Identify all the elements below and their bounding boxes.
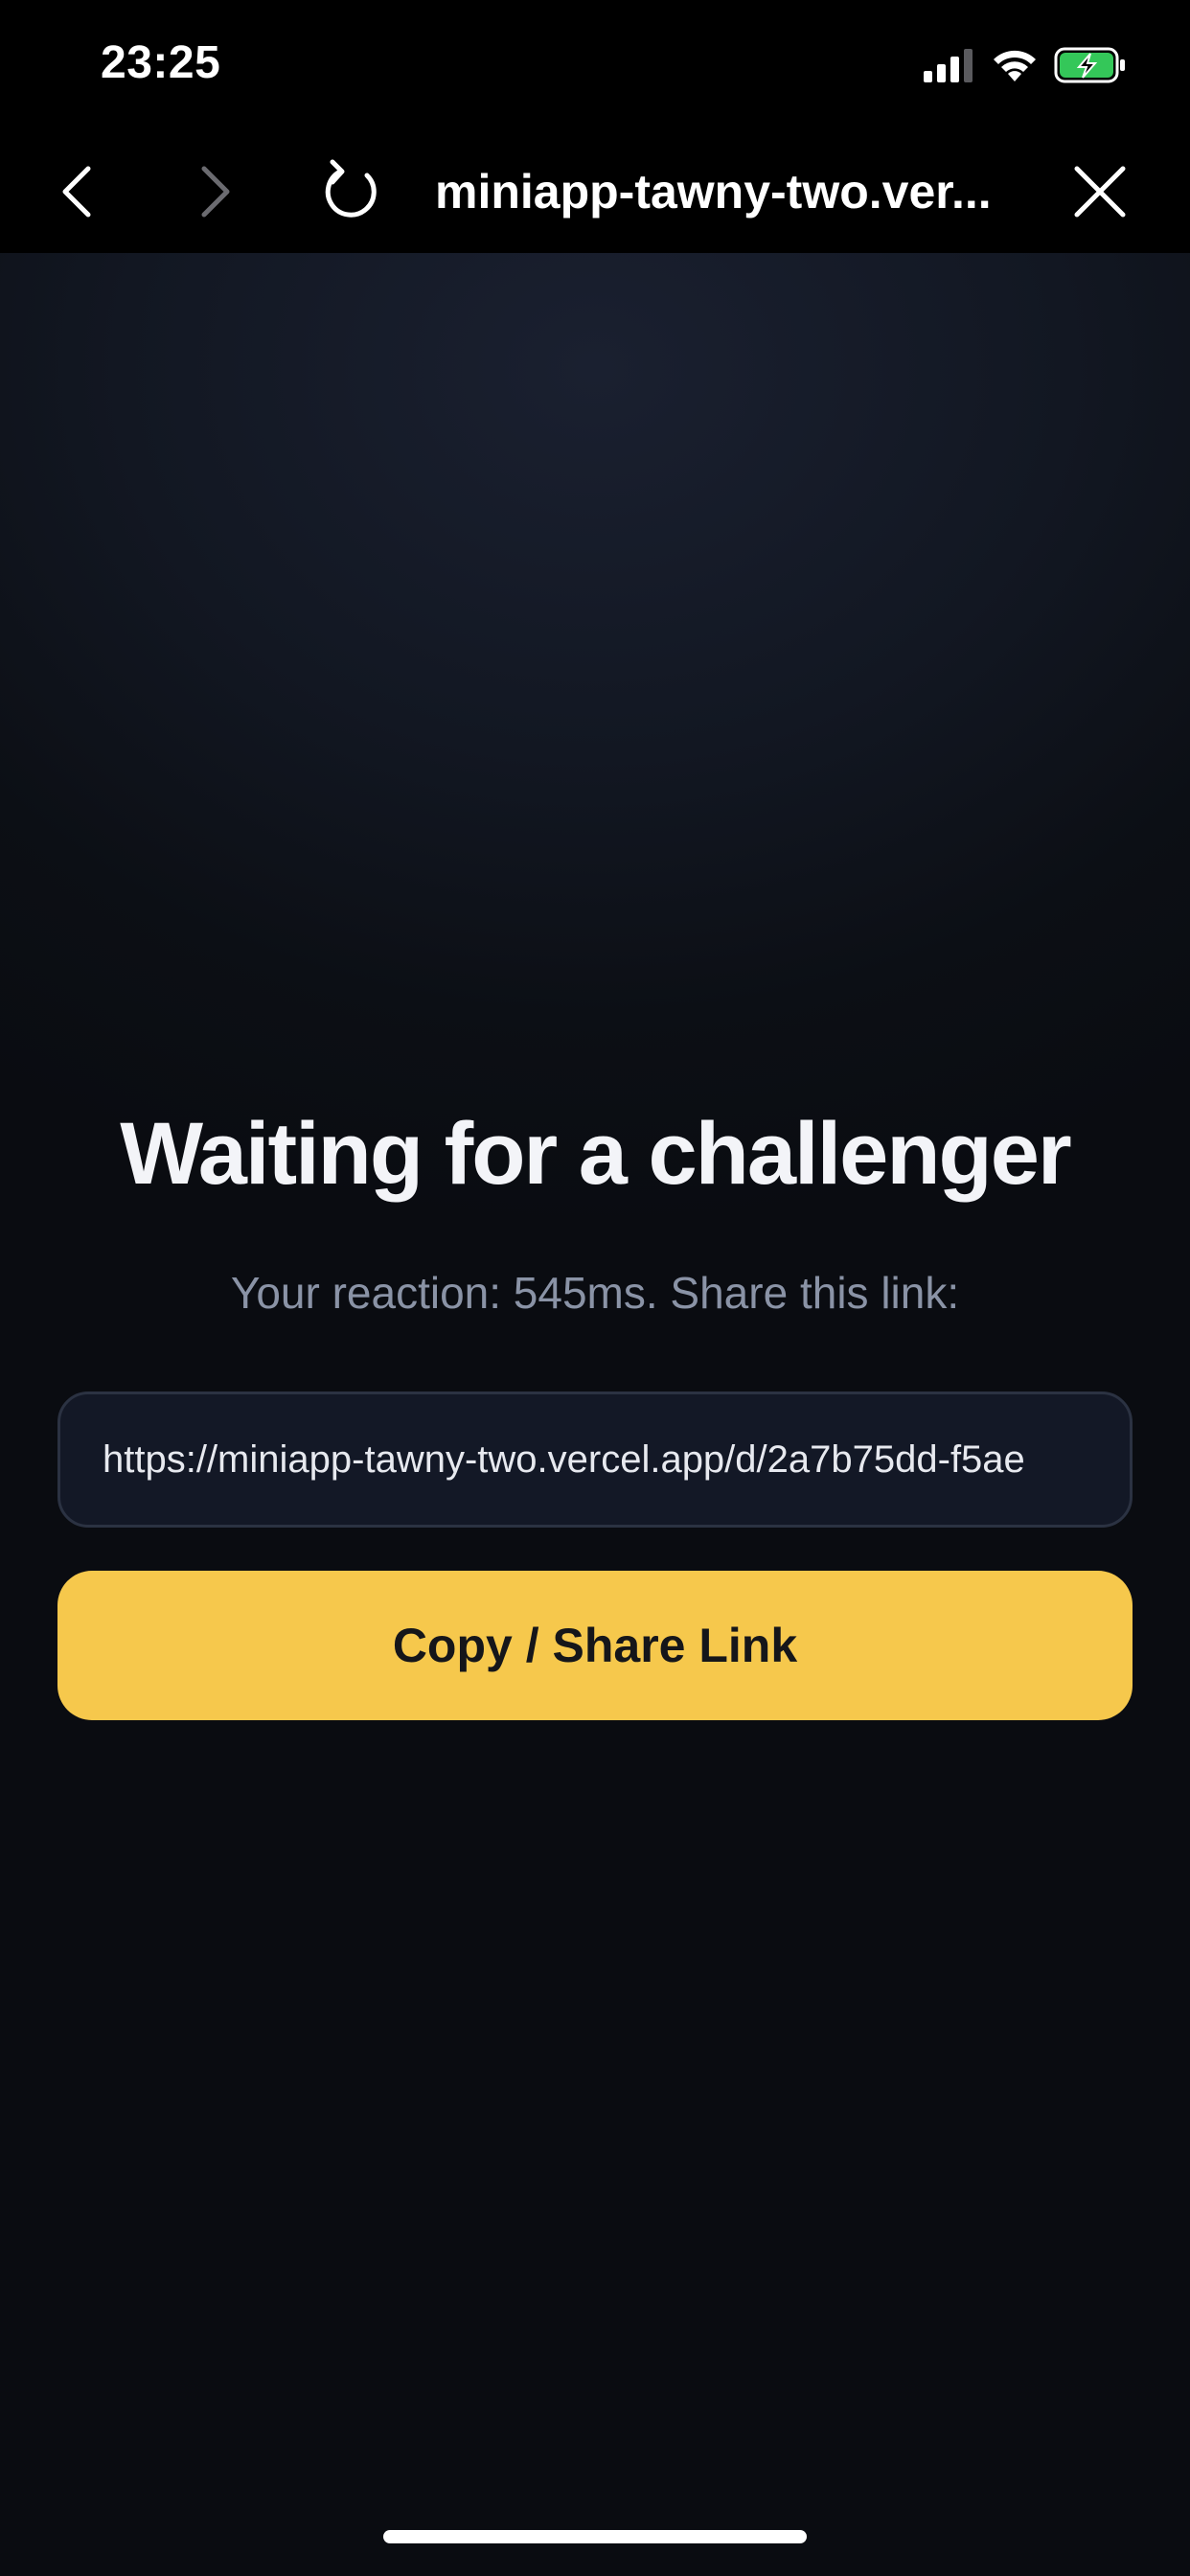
reload-button[interactable] <box>311 130 394 253</box>
cellular-signal-icon <box>924 49 973 82</box>
back-button[interactable] <box>38 130 115 253</box>
reaction-status-text: Your reaction: 545ms. Share this link: <box>230 1268 960 1318</box>
status-time: 23:25 <box>101 37 221 88</box>
chevron-left-icon <box>62 166 91 218</box>
copy-share-link-button[interactable]: Copy / Share Link <box>57 1571 1133 1720</box>
close-icon <box>1074 166 1126 218</box>
reload-icon <box>325 159 377 218</box>
forward-button[interactable] <box>177 130 254 253</box>
page-title: Waiting for a challenger <box>120 1105 1071 1203</box>
app-screen: 23:25 miniapp-tawny-two.ver... Waiting f… <box>0 0 1190 2576</box>
battery-charging-icon <box>1054 47 1125 83</box>
status-icons <box>924 44 1127 86</box>
page-content: Waiting for a challenger Your reaction: … <box>0 253 1190 2576</box>
home-indicator[interactable] <box>383 2530 807 2543</box>
status-bar: 23:25 <box>0 0 1190 130</box>
share-link-field[interactable]: https://miniapp-tawny-two.vercel.app/d/2… <box>57 1392 1133 1528</box>
chevron-right-icon <box>201 166 230 218</box>
share-link-value: https://miniapp-tawny-two.vercel.app/d/2… <box>103 1438 1025 1481</box>
browser-nav-bar: miniapp-tawny-two.ver... <box>0 130 1190 253</box>
close-button[interactable] <box>1062 130 1138 253</box>
browser-page-title: miniapp-tawny-two.ver... <box>435 165 992 218</box>
wifi-icon <box>994 50 1036 81</box>
